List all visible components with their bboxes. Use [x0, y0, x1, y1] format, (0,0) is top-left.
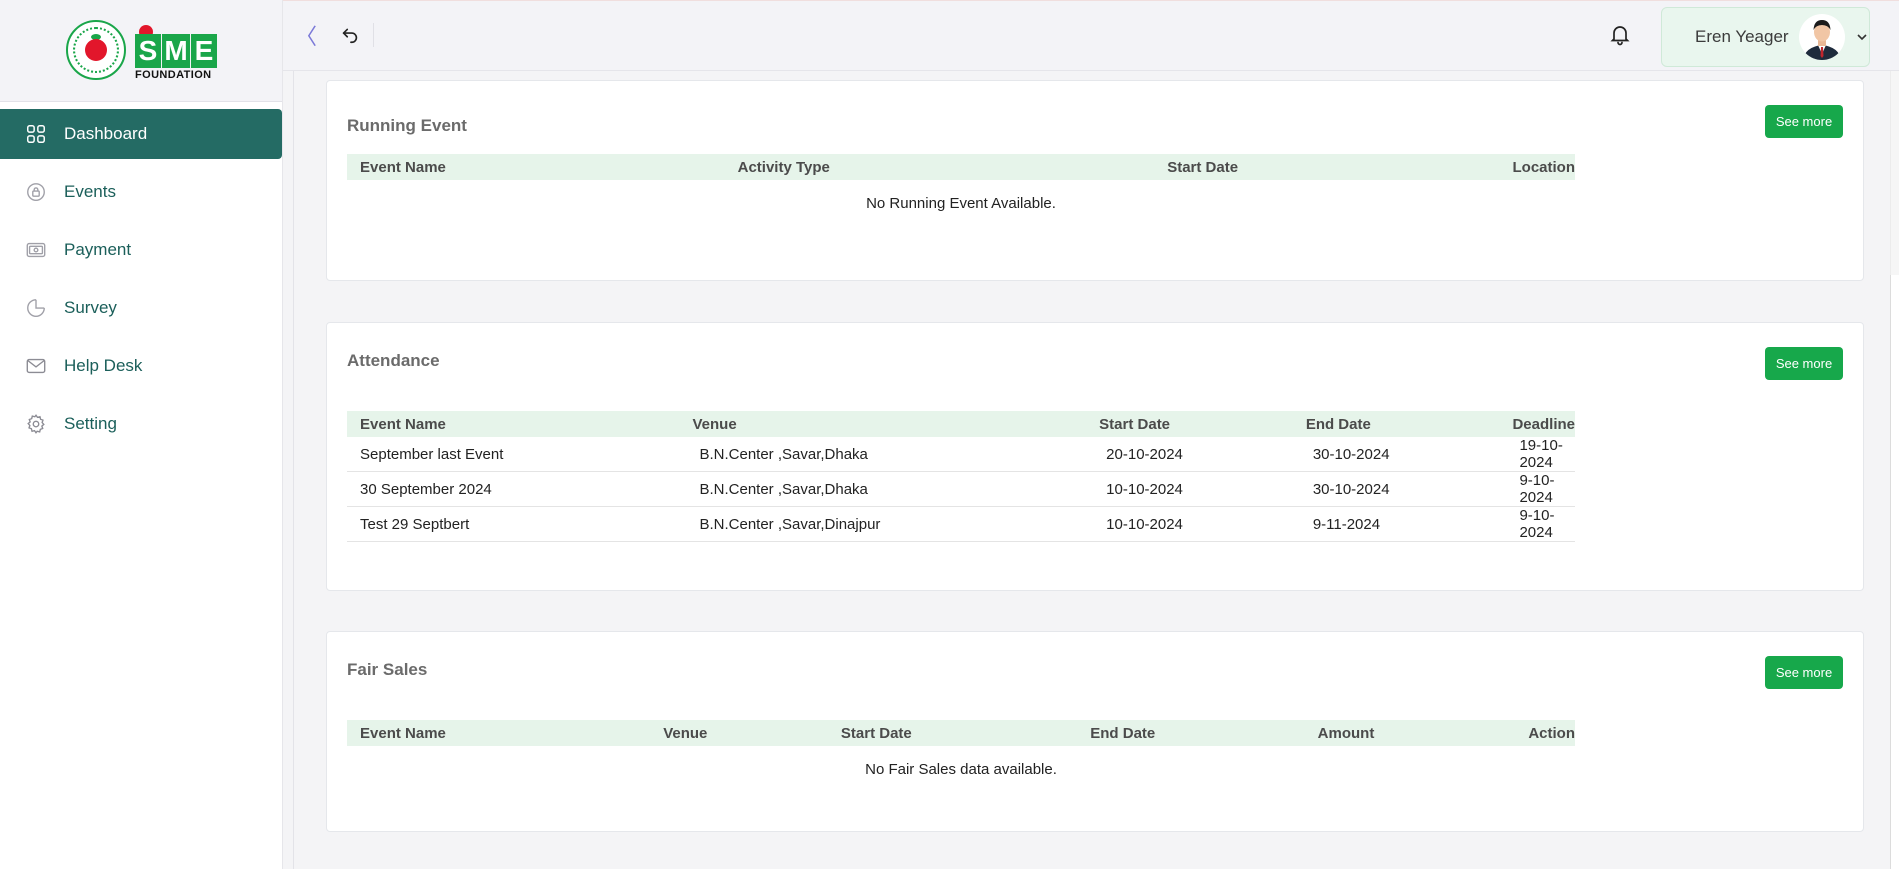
column-header[interactable]: End Date: [1292, 411, 1500, 437]
fair-sales-card: Fair Sales See more Event Name Venue Sta…: [326, 631, 1864, 832]
sidebar-item-label: Survey: [64, 298, 117, 317]
back-arrow-icon[interactable]: [339, 23, 363, 47]
sidebar-item-dashboard[interactable]: Dashboard: [0, 109, 282, 159]
attendance-table: Event Name Venue Start Date End Date Dea…: [347, 411, 1575, 542]
banknote-icon: [24, 238, 48, 262]
scrollbar-thumb[interactable]: [1890, 275, 1899, 869]
mail-icon: [24, 354, 48, 378]
attendance-see-more-button[interactable]: See more: [1765, 347, 1843, 380]
fair-sales-title: Fair Sales: [347, 660, 428, 679]
cell-start-date: 10-10-2024: [1086, 471, 1293, 507]
cell-end-date: 9-11-2024: [1292, 506, 1500, 542]
sidebar-item-label: Payment: [64, 240, 132, 259]
cell-end-date: 30-10-2024: [1292, 437, 1500, 472]
column-header[interactable]: Event Name: [347, 154, 725, 180]
sidebar-item-label: Events: [64, 182, 116, 201]
fair-sales-see-more-button[interactable]: See more: [1765, 656, 1843, 689]
column-header[interactable]: Event Name: [347, 411, 680, 437]
cell-event-name: September last Event: [347, 437, 680, 472]
sidebar-item-label: Dashboard: [64, 124, 148, 143]
column-header[interactable]: Start Date: [1086, 411, 1293, 437]
cell-venue: B.N.Center ,Savar,Dinajpur: [679, 506, 1087, 542]
logo-subtitle: FOUNDATION: [135, 69, 212, 81]
cell-venue: B.N.Center ,Savar,Dhaka: [679, 471, 1087, 507]
table-header-row: Event Name Activity Type Start Date Loca…: [347, 154, 1575, 180]
column-header[interactable]: Event Name: [347, 720, 651, 746]
column-header[interactable]: Location: [1499, 154, 1575, 180]
column-header[interactable]: End Date: [1077, 720, 1305, 746]
avatar: [1799, 14, 1845, 60]
sidebar: S M E FOUNDATION Dashboard Events Paymen…: [0, 0, 283, 869]
fair-sales-table: Event Name Venue Start Date End Date Amo…: [347, 720, 1575, 792]
logo-letter-e: E: [191, 34, 217, 68]
sidebar-item-events[interactable]: Events: [0, 167, 282, 217]
table-row: No Running Event Available.: [347, 180, 1575, 226]
running-event-table: Event Name Activity Type Start Date Loca…: [347, 154, 1575, 226]
government-emblem-icon: [66, 20, 126, 80]
sme-logo: S M E: [135, 34, 217, 68]
table-header-row: Event Name Venue Start Date End Date Dea…: [347, 411, 1575, 437]
table-row[interactable]: 30 September 2024 B.N.Center ,Savar,Dhak…: [347, 471, 1575, 507]
cell-venue: B.N.Center ,Savar,Dhaka: [679, 437, 1087, 472]
logo-letter-s: S: [135, 34, 161, 68]
attendance-card: Attendance See more Event Name Venue Sta…: [326, 322, 1864, 591]
running-event-title: Running Event: [347, 116, 467, 135]
logo-area[interactable]: S M E FOUNDATION: [0, 0, 282, 102]
user-name: Eren Yeager: [1695, 27, 1789, 46]
sidebar-item-survey[interactable]: Survey: [0, 283, 282, 333]
cell-event-name: Test 29 Septbert: [347, 506, 680, 542]
sidebar-item-label: Help Desk: [64, 356, 143, 375]
table-row: No Fair Sales data available.: [347, 746, 1575, 792]
gear-icon: [24, 412, 48, 436]
sidebar-item-setting[interactable]: Setting: [0, 399, 282, 449]
table-row[interactable]: Test 29 Septbert B.N.Center ,Savar,Dinaj…: [347, 506, 1575, 542]
sidebar-nav: Dashboard Events Payment Survey Help Des…: [0, 109, 282, 449]
cell-start-date: 20-10-2024: [1086, 437, 1293, 472]
column-header[interactable]: Action: [1515, 720, 1575, 746]
top-bar: 〈 Eren Yeager: [283, 0, 1899, 71]
bell-icon[interactable]: [1608, 21, 1634, 49]
cell-deadline: 19-10-2024: [1499, 437, 1575, 472]
cell-end-date: 30-10-2024: [1292, 471, 1500, 507]
running-event-card: Running Event See more Event Name Activi…: [326, 80, 1864, 281]
sidebar-item-help-desk[interactable]: Help Desk: [0, 341, 282, 391]
toolbar-divider: [373, 23, 374, 47]
column-header[interactable]: Venue: [650, 720, 828, 746]
column-header[interactable]: Start Date: [827, 720, 1078, 746]
table-row[interactable]: September last Event B.N.Center ,Savar,D…: [347, 437, 1575, 472]
pie-chart-icon: [24, 296, 48, 320]
sidebar-item-payment[interactable]: Payment: [0, 225, 282, 275]
column-header[interactable]: Start Date: [1154, 154, 1500, 180]
grid-icon: [24, 122, 48, 146]
sidebar-item-label: Setting: [64, 414, 117, 433]
empty-state-message: No Fair Sales data available.: [865, 760, 1057, 778]
cell-deadline: 9-10-2024: [1499, 506, 1575, 542]
cell-event-name: 30 September 2024: [347, 471, 680, 507]
cell-start-date: 10-10-2024: [1086, 506, 1293, 542]
logo-letter-m: M: [162, 34, 190, 68]
chevron-down-icon: [1855, 30, 1869, 44]
lock-icon: [24, 180, 48, 204]
collapse-sidebar-button[interactable]: 〈: [295, 23, 317, 51]
column-header[interactable]: Activity Type: [724, 154, 1155, 180]
column-header[interactable]: Venue: [679, 411, 1087, 437]
attendance-title: Attendance: [347, 351, 440, 370]
column-header[interactable]: Deadline: [1499, 411, 1575, 437]
column-header[interactable]: Amount: [1304, 720, 1516, 746]
cell-deadline: 9-10-2024: [1499, 471, 1575, 507]
empty-state-message: No Running Event Available.: [866, 194, 1056, 212]
user-menu-button[interactable]: Eren Yeager: [1661, 7, 1870, 67]
table-header-row: Event Name Venue Start Date End Date Amo…: [347, 720, 1575, 746]
main-content: Running Event See more Event Name Activi…: [293, 71, 1864, 869]
running-event-see-more-button[interactable]: See more: [1765, 105, 1843, 138]
